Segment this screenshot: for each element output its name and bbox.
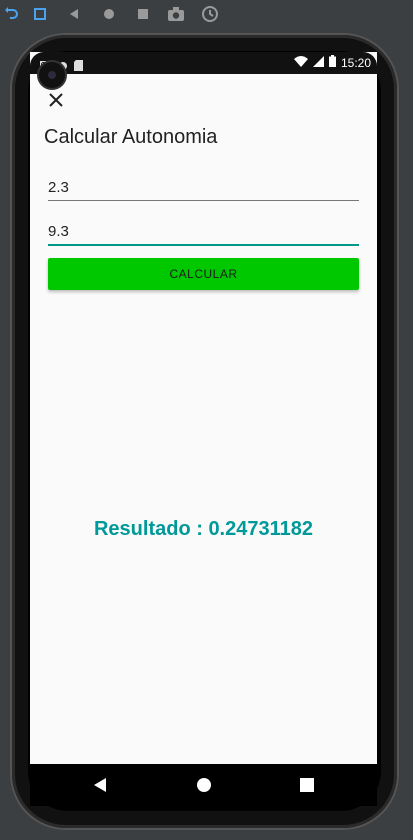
close-button[interactable] (45, 90, 67, 112)
calculate-button[interactable]: CALCULAR (48, 258, 359, 290)
history-icon[interactable] (200, 4, 220, 24)
signal-icon (312, 55, 324, 70)
nav-home-icon[interactable] (194, 775, 214, 795)
status-time: 15:20 (340, 55, 371, 70)
back-icon[interactable] (64, 4, 84, 24)
wifi-icon (293, 55, 308, 70)
home-icon[interactable] (99, 4, 119, 24)
camera-icon[interactable] (166, 4, 186, 24)
sd-card-icon (74, 56, 83, 75)
result-text: Resultado : 0.24731182 (93, 518, 313, 540)
front-camera (39, 62, 65, 88)
battery-icon (328, 55, 336, 70)
rotate-left-icon[interactable] (2, 4, 22, 24)
overview-icon[interactable] (133, 4, 153, 24)
nav-back-icon[interactable] (90, 775, 110, 795)
page-title: Calcular Autonomia (44, 126, 218, 148)
autonomy-input-1[interactable] (48, 174, 359, 201)
rotate-right-icon[interactable] (30, 4, 50, 24)
app-screen: 15:20 Calcular Autonomia CALCULAR Result… (30, 52, 377, 764)
autonomy-input-2[interactable] (48, 218, 359, 246)
close-icon (49, 92, 63, 111)
navigation-bar (30, 764, 377, 806)
emulator-toolbar (0, 0, 413, 28)
status-bar: 15:20 (30, 52, 377, 74)
nav-recents-icon[interactable] (297, 775, 317, 795)
